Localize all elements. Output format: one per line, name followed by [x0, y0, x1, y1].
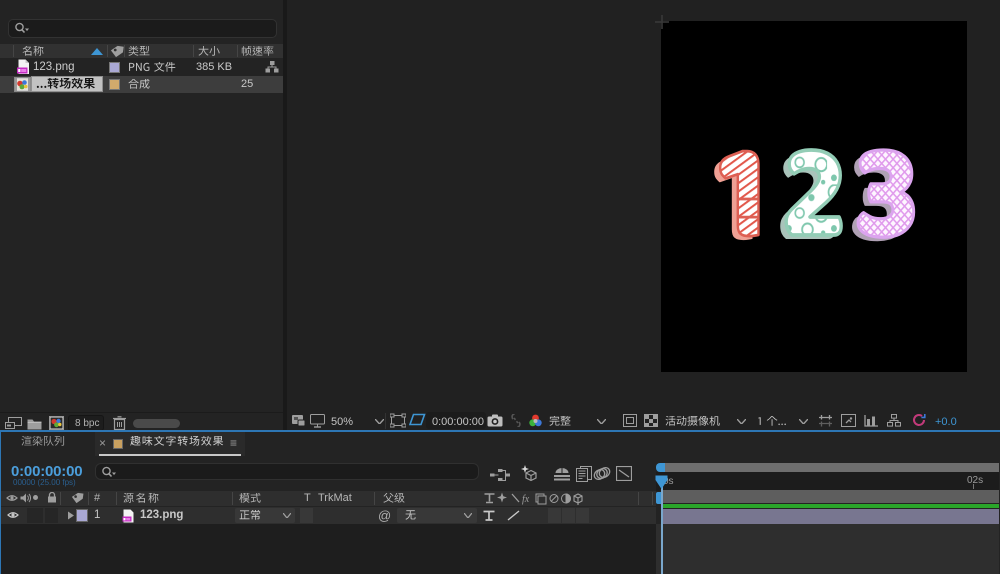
svg-text:fx: fx	[522, 494, 530, 505]
